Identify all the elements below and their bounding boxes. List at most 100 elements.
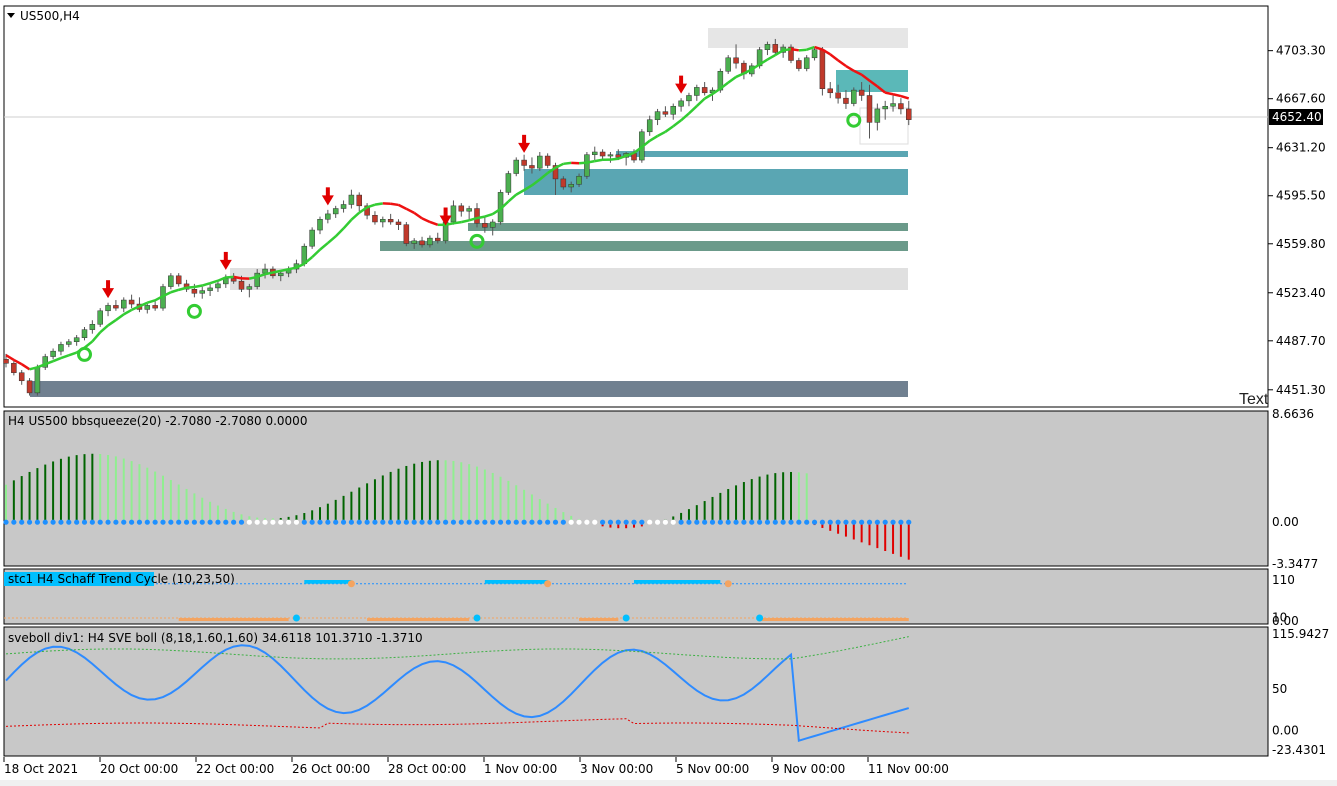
candle-body [466, 208, 472, 212]
trend-segment [233, 275, 242, 280]
time-tick-label: 5 Nov 00:00 [676, 762, 749, 776]
candle-body [113, 305, 119, 309]
squeeze-dot [129, 519, 135, 525]
squeeze-tick-label: -3.3477 [1272, 557, 1318, 571]
squeeze-dot [631, 519, 637, 525]
trend-segment [186, 285, 195, 290]
squeeze-dot [819, 519, 826, 525]
squeeze-pane[interactable] [3, 410, 1269, 567]
bottom-tab-strip[interactable] [0, 780, 1337, 786]
squeeze-dot [906, 519, 912, 525]
squeeze-dot [757, 519, 763, 525]
trend-segment [563, 161, 572, 166]
candle-body [474, 208, 480, 224]
stc-tick-label: 110 [1272, 573, 1295, 587]
stc-turn-dot [347, 580, 355, 588]
sve-pane[interactable] [3, 626, 1269, 757]
candle-body [3, 358, 9, 364]
squeeze-dot [293, 519, 300, 525]
squeeze-dot [333, 519, 339, 525]
squeeze-tick-label: 8.6636 [1272, 407, 1314, 421]
squeeze-dot [262, 519, 268, 525]
price-tick-label: 4667.60 [1276, 92, 1326, 106]
squeeze-dot [50, 519, 56, 525]
squeeze-dot [231, 519, 237, 525]
squeeze-dot [443, 519, 449, 525]
sve-tick-label: 50 [1272, 682, 1287, 696]
zone-teal-thin [616, 151, 908, 157]
squeeze-dot [694, 519, 700, 525]
squeeze-dot [749, 519, 755, 525]
squeeze-dot [654, 519, 661, 525]
squeeze-dot [207, 519, 213, 525]
zone-grey-top [708, 28, 908, 48]
squeeze-dot [42, 519, 48, 525]
trend-segment [225, 275, 234, 279]
candle-body [890, 103, 896, 107]
candle-body [34, 367, 41, 394]
candle-body [309, 229, 315, 247]
time-tick-label: 26 Oct 00:00 [292, 762, 370, 776]
candle-body [835, 92, 841, 99]
squeeze-dot [725, 519, 731, 525]
squeeze-dot [843, 519, 849, 525]
sve-label: sveboll div1: H4 SVE boll (8,18,1.60,1.6… [8, 631, 423, 645]
squeeze-dot [26, 519, 33, 525]
squeeze-dot [183, 519, 190, 525]
squeeze-dot [607, 519, 614, 525]
squeeze-dot [435, 519, 441, 525]
squeeze-dot [403, 519, 409, 525]
squeeze-dot [89, 519, 95, 525]
squeeze-dot [545, 519, 551, 525]
candle-body [121, 299, 127, 309]
candle-body [646, 119, 653, 133]
stc-turn-dot [622, 614, 630, 622]
zone-green-1 [468, 223, 908, 231]
trend-segment [280, 268, 289, 273]
squeeze-dot [168, 519, 174, 525]
trend-segment [594, 158, 603, 163]
time-tick-label: 9 Nov 00:00 [772, 762, 845, 776]
trend-segment [249, 275, 258, 280]
squeeze-dot [395, 519, 402, 525]
squeeze-dot [568, 519, 574, 525]
squeeze-dot [113, 519, 119, 525]
squeeze-dot [702, 519, 708, 525]
main-pane[interactable] [3, 5, 1269, 408]
candle-body [607, 154, 614, 157]
squeeze-dot [592, 519, 598, 525]
squeeze-dot [811, 519, 818, 525]
candle-body [764, 44, 771, 50]
candle-body [89, 324, 96, 330]
candle-body [843, 97, 849, 104]
stc-high-band [484, 580, 548, 584]
time-tick-label: 11 Nov 00:00 [868, 762, 949, 776]
squeeze-dot [600, 519, 606, 525]
squeeze-dot [788, 519, 794, 525]
squeeze-dot [497, 519, 504, 525]
trend-segment [453, 220, 462, 225]
squeeze-dot [882, 519, 888, 525]
candle-body [592, 151, 598, 155]
candle-body [576, 175, 582, 185]
trend-segment [790, 47, 800, 52]
squeeze-dot [678, 519, 684, 525]
candle-body [560, 178, 567, 188]
candle-body [348, 194, 355, 205]
squeeze-dot [286, 519, 292, 525]
candle-body [50, 350, 56, 357]
squeeze-dot [97, 519, 103, 525]
squeeze-dot [639, 519, 645, 525]
trend-segment [390, 202, 399, 207]
candle-body [175, 275, 182, 285]
candle-body [803, 57, 810, 69]
squeeze-dot [74, 519, 80, 525]
squeeze-dot [576, 519, 582, 525]
squeeze-dot [772, 519, 778, 525]
candle-body [419, 240, 425, 246]
chart-canvas[interactable]: 4703.30 4667.60 4631.20 4595.50 4559.80 4523.… [0, 0, 1337, 786]
candle-body [435, 237, 441, 242]
candle-body [694, 87, 700, 96]
candle-body [686, 95, 692, 102]
candle-body [537, 155, 543, 169]
